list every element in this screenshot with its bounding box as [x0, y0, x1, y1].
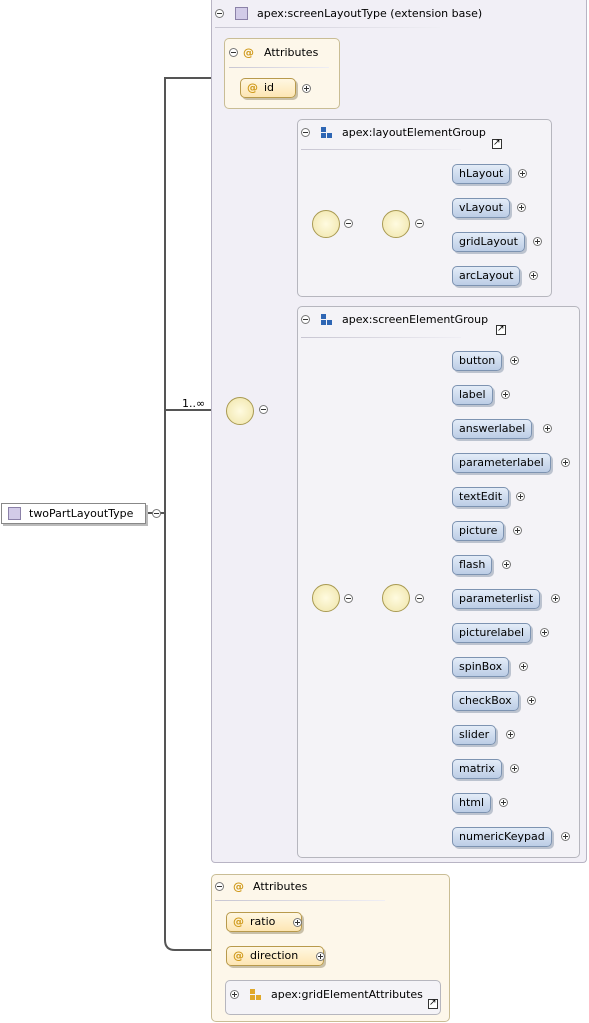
root-type-label: twoPartLayoutType	[29, 507, 134, 520]
attribute-icon: @	[247, 81, 258, 94]
collapse-icon[interactable]	[415, 594, 424, 603]
reference-arrow-icon[interactable]	[496, 322, 506, 336]
expand-icon[interactable]	[561, 458, 570, 467]
element-picturelabel[interactable]: picturelabel	[452, 623, 532, 643]
screen-group-header-line	[301, 337, 461, 338]
layout-group-collapse-icon[interactable]	[301, 128, 310, 137]
expand-icon[interactable]	[519, 662, 528, 671]
choice-compositor-icon[interactable]	[382, 584, 410, 612]
expand-icon[interactable]	[293, 918, 302, 927]
reference-arrow-icon[interactable]	[428, 996, 438, 1010]
choice-compositor-icon[interactable]	[382, 210, 410, 238]
root-type-box[interactable]: twoPartLayoutType	[1, 503, 146, 524]
screen-group-label: apex:screenElementGroup	[342, 313, 489, 326]
expand-icon[interactable]	[316, 952, 325, 961]
element-label[interactable]: label	[452, 385, 493, 405]
expand-icon[interactable]	[540, 628, 549, 637]
attribute-direction[interactable]: @ direction	[226, 946, 324, 966]
expand-icon[interactable]	[230, 990, 239, 999]
expand-icon[interactable]	[561, 832, 570, 841]
reference-arrow-icon[interactable]	[492, 136, 502, 150]
root-collapse-icon[interactable]	[152, 509, 161, 518]
element-gridlayout[interactable]: gridLayout	[452, 232, 525, 252]
collapse-icon[interactable]	[344, 219, 353, 228]
element-spinbox[interactable]: spinBox	[452, 657, 510, 677]
element-parameterlabel[interactable]: parameterlabel	[452, 453, 551, 473]
ext-attributes-collapse-icon[interactable]	[229, 48, 238, 57]
sequence-compositor-icon[interactable]	[312, 210, 340, 238]
expand-icon[interactable]	[510, 764, 519, 773]
grid-element-attributes-header: apex:gridElementAttributes	[230, 988, 423, 1001]
expand-icon[interactable]	[499, 798, 508, 807]
extension-header: apex:screenLayoutType (extension base)	[215, 7, 482, 20]
multiplicity-label: 1..∞	[182, 397, 206, 410]
layout-group-label: apex:layoutElementGroup	[342, 126, 486, 139]
layout-group-header: apex:layoutElementGroup	[301, 126, 486, 139]
expand-icon[interactable]	[302, 84, 311, 93]
element-numerickeypad[interactable]: numericKeypad	[452, 827, 552, 847]
complex-type-icon	[235, 7, 248, 20]
ext-attributes-header-line	[229, 67, 329, 68]
attribute-icon: @	[243, 46, 254, 59]
expand-icon[interactable]	[533, 237, 542, 246]
expand-icon[interactable]	[506, 730, 515, 739]
collapse-icon[interactable]	[259, 405, 268, 414]
attributes-header: @ Attributes	[215, 880, 307, 893]
attributes-collapse-icon[interactable]	[215, 882, 224, 891]
element-arclayout[interactable]: arcLayout	[452, 266, 521, 286]
ext-attributes-header: @ Attributes	[229, 46, 318, 59]
attribute-ratio[interactable]: @ ratio	[226, 912, 302, 932]
expand-icon[interactable]	[501, 390, 510, 399]
expand-icon[interactable]	[513, 526, 522, 535]
element-button[interactable]: button	[452, 351, 503, 371]
screen-group-box	[297, 306, 580, 858]
attribute-ratio-label: ratio	[250, 915, 276, 928]
element-matrix[interactable]: matrix	[452, 759, 502, 779]
expand-icon[interactable]	[510, 356, 519, 365]
attribute-icon: @	[233, 915, 244, 928]
expand-icon[interactable]	[517, 203, 526, 212]
extension-label: apex:screenLayoutType (extension base)	[257, 7, 483, 20]
element-flash[interactable]: flash	[452, 555, 493, 575]
screen-group-header: apex:screenElementGroup	[301, 313, 488, 326]
expand-icon[interactable]	[516, 492, 525, 501]
choice-compositor-icon[interactable]	[226, 397, 254, 425]
complex-type-icon	[8, 507, 21, 520]
group-icon	[321, 126, 333, 139]
expand-icon[interactable]	[518, 169, 527, 178]
element-checkbox[interactable]: checkBox	[452, 691, 519, 711]
element-slider[interactable]: slider	[452, 725, 497, 745]
attribute-icon: @	[233, 880, 244, 893]
ext-attributes-label: Attributes	[264, 46, 319, 59]
expand-icon[interactable]	[529, 271, 538, 280]
collapse-icon[interactable]	[415, 219, 424, 228]
element-answerlabel[interactable]: answerlabel	[452, 419, 533, 439]
element-vlayout[interactable]: vLayout	[452, 198, 510, 218]
sequence-compositor-icon[interactable]	[312, 584, 340, 612]
attribute-direction-label: direction	[250, 949, 299, 962]
attributes-label: Attributes	[253, 880, 308, 893]
element-hlayout[interactable]: hLayout	[452, 164, 511, 184]
expand-icon[interactable]	[551, 594, 560, 603]
attribute-icon: @	[233, 949, 244, 962]
extension-header-line	[215, 27, 440, 28]
grid-element-attributes-label: apex:gridElementAttributes	[271, 988, 423, 1001]
collapse-icon[interactable]	[344, 594, 353, 603]
attribute-id[interactable]: @ id	[240, 78, 296, 98]
element-picture[interactable]: picture	[452, 521, 505, 541]
attribute-group-icon	[250, 988, 262, 1001]
element-parameterlist[interactable]: parameterlist	[452, 589, 541, 609]
layout-group-header-line	[301, 149, 461, 150]
expand-icon[interactable]	[502, 560, 511, 569]
expand-icon[interactable]	[543, 424, 552, 433]
group-icon	[321, 313, 333, 326]
attribute-id-label: id	[264, 81, 275, 94]
attributes-header-line	[215, 900, 385, 901]
element-html[interactable]: html	[452, 793, 492, 813]
extension-collapse-icon[interactable]	[215, 9, 224, 18]
element-textedit[interactable]: textEdit	[452, 487, 510, 507]
expand-icon[interactable]	[527, 696, 536, 705]
screen-group-collapse-icon[interactable]	[301, 315, 310, 324]
